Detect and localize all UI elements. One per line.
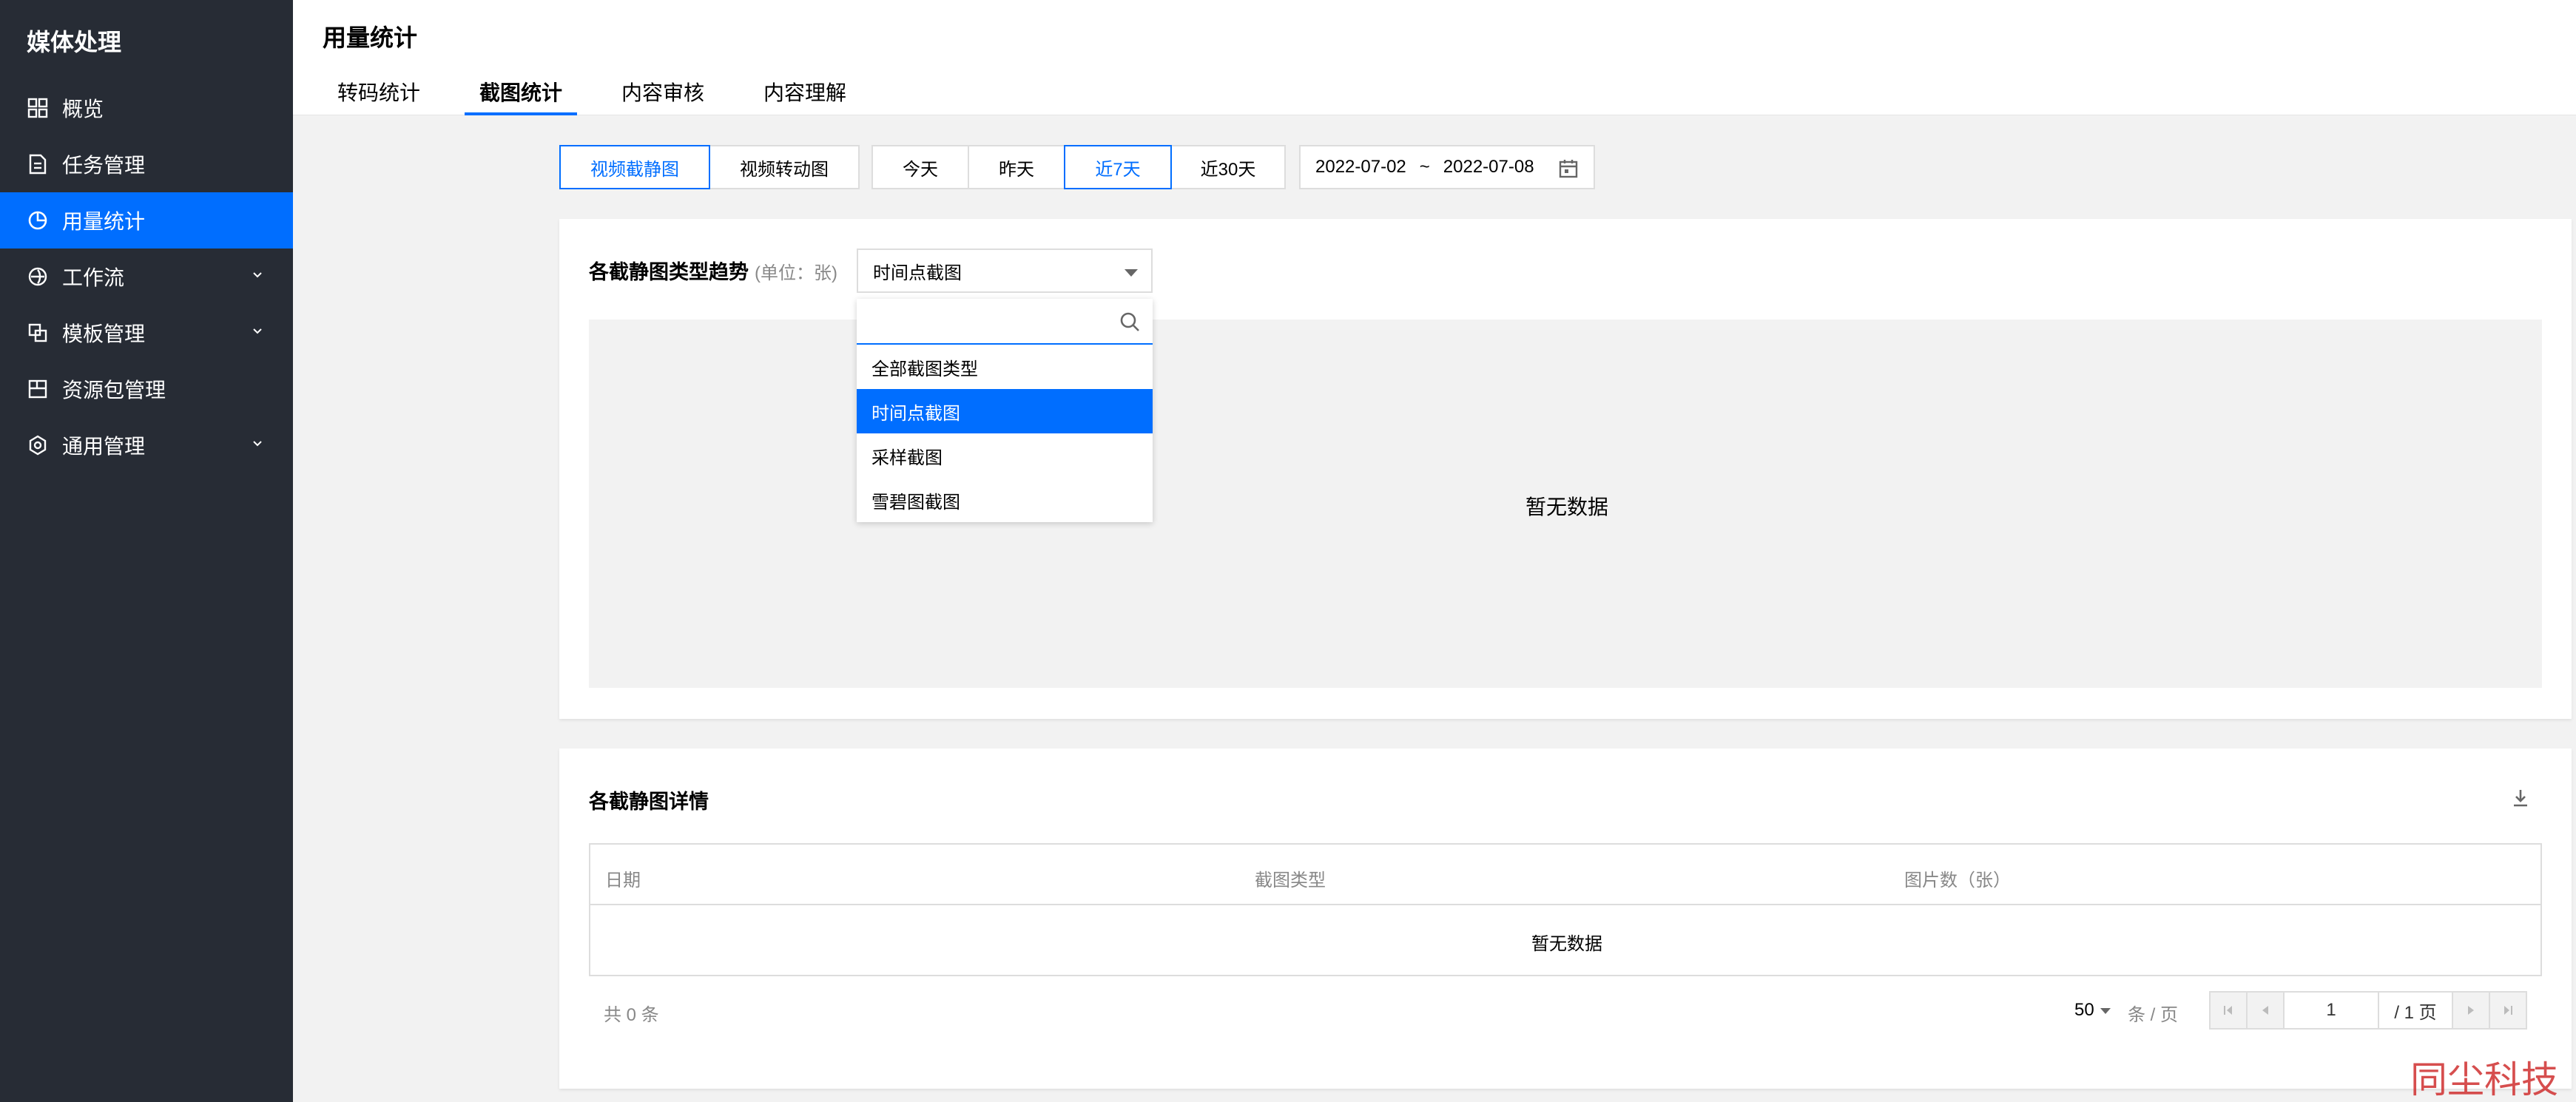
dropdown-options: 全部截图类型 时间点截图 采样截图 雪碧图截图 [857,345,1153,522]
detail-table: 日期 截图类型 图片数（张） 暂无数据 [589,843,2542,976]
sidebar-item-label: 用量统计 [62,210,146,233]
pie-chart-icon [27,209,49,231]
package-icon [27,378,49,400]
sidebar-item-general[interactable]: 通用管理 [0,417,293,473]
sidebar-item-packages[interactable]: 资源包管理 [0,361,293,417]
table-header: 日期 截图类型 图片数（张） [590,845,2540,905]
chevron-down-icon [253,272,262,278]
select-value: 时间点截图 [873,263,962,283]
column-header-count: 图片数（张） [1904,871,2011,890]
table-empty-text: 暂无数据 [1531,934,1602,954]
sidebar-title: 媒体处理 [27,29,122,55]
dropdown-option-all[interactable]: 全部截图类型 [857,345,1153,389]
template-icon [27,322,49,344]
detail-panel-title: 各截静图详情 [589,791,709,813]
calendar-icon [1559,160,1578,178]
search-icon [1120,312,1139,331]
page-header: 用量统计 转码统计 截图统计 内容审核 内容理解 [293,0,2576,115]
gear-icon [27,434,49,456]
trend-panel-title: 各截静图类型趋势 (单位：张) [589,256,837,285]
caret-down-icon [2100,1007,2111,1014]
page-title: 用量统计 [323,24,418,51]
page-size-select[interactable]: 50 [2074,1000,2111,1021]
chevron-down-icon [253,328,262,334]
grid-icon [27,97,49,119]
dropdown-search-input[interactable] [867,299,1111,342]
sidebar-item-label: 任务管理 [62,154,146,177]
page-number-input[interactable]: 1 [2283,991,2379,1030]
last-page-icon [2504,1006,2512,1015]
prev-page-button[interactable] [2246,991,2285,1030]
sidebar-item-usage[interactable]: 用量统计 [0,192,293,249]
tab-bar: 转码统计 截图统计 内容审核 内容理解 [337,77,906,115]
prev-page-icon [2262,1006,2268,1015]
tab-screenshot[interactable]: 截图统计 [465,77,578,115]
sidebar-item-label: 资源包管理 [62,379,166,402]
range-button-today[interactable]: 今天 [871,145,969,189]
type-button-animated[interactable]: 视频转动图 [709,145,860,189]
dropdown-option-sampling[interactable]: 采样截图 [857,433,1153,478]
trend-title-text: 各截静图类型趋势 [589,261,749,283]
workflow-icon [27,266,49,288]
range-button-yesterday[interactable]: 昨天 [968,145,1065,189]
chart-empty-text: 暂无数据 [1525,496,1609,518]
dropdown-option-timepoint[interactable]: 时间点截图 [857,389,1153,433]
next-page-button[interactable] [2452,991,2490,1030]
tab-understanding[interactable]: 内容理解 [763,77,846,115]
date-end: 2022-07-08 [1443,157,1534,177]
date-separator: ~ [1419,157,1430,177]
per-page-label: 条 / 页 [2128,1005,2179,1025]
sidebar-item-label: 模板管理 [62,322,146,345]
column-header-type: 截图类型 [1255,871,1326,890]
sidebar-item-workflow[interactable]: 工作流 [0,249,293,305]
tab-moderation[interactable]: 内容审核 [621,77,704,115]
dropdown-option-sprite[interactable]: 雪碧图截图 [857,478,1153,522]
trend-unit: (单位：张) [755,263,837,283]
column-header-date: 日期 [605,871,641,890]
first-page-icon [2224,1006,2232,1015]
screenshot-type-select[interactable]: 时间点截图 [857,249,1153,293]
dropdown-search [857,299,1153,345]
sidebar-item-tasks[interactable]: 任务管理 [0,136,293,192]
chevron-down-icon [253,441,262,447]
sidebar-item-overview[interactable]: 概览 [0,80,293,136]
range-button-30days[interactable]: 近30天 [1170,145,1286,189]
last-page-button[interactable] [2489,991,2527,1030]
tab-transcode[interactable]: 转码统计 [337,77,420,115]
sidebar-nav: 概览 任务管理 用量统计 工作流 模板管理 资源包管理 通用管理 [0,80,293,473]
sidebar-item-label: 概览 [62,98,104,121]
document-icon [27,153,49,175]
caret-down-icon [1125,269,1138,277]
total-pages: / 1 页 [2379,991,2453,1030]
first-page-button[interactable] [2209,991,2248,1030]
date-range-picker[interactable]: 2022-07-02 ~ 2022-07-08 [1299,145,1595,189]
page-size-value: 50 [2074,1000,2094,1020]
sidebar: 媒体处理 概览 任务管理 用量统计 工作流 模板管理 资源包管理 通用管理 [0,0,293,1102]
range-button-7days[interactable]: 近7天 [1064,145,1172,189]
sidebar-item-templates[interactable]: 模板管理 [0,305,293,361]
download-icon[interactable] [2509,787,2532,809]
date-start: 2022-07-02 [1315,157,1406,177]
type-button-static[interactable]: 视频截静图 [559,145,710,189]
type-dropdown: 全部截图类型 时间点截图 采样截图 雪碧图截图 [857,299,1153,522]
watermark: 同尘科技 [2410,1058,2558,1101]
total-count: 共 0 条 [604,1005,659,1025]
sidebar-item-label: 工作流 [62,266,125,289]
next-page-icon [2468,1006,2474,1015]
sidebar-item-label: 通用管理 [62,435,146,458]
